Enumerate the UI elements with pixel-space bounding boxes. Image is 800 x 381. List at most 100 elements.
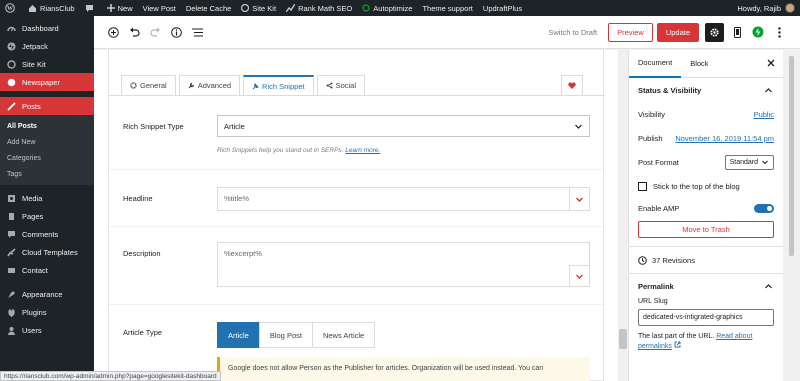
- switch-to-draft-button[interactable]: Switch to Draft: [548, 28, 597, 37]
- kebab-menu-icon: [777, 26, 781, 38]
- sidebar-item-label: Appearance: [22, 289, 63, 299]
- settings-toggle-button[interactable]: [705, 22, 724, 42]
- updraftplus-link[interactable]: UpdraftPlus: [478, 0, 527, 16]
- post-format-value: Standard: [729, 158, 758, 166]
- post-format-label: Post Format: [638, 157, 679, 167]
- tab-block[interactable]: Block: [681, 50, 717, 78]
- newspaper-icon: [7, 78, 16, 87]
- settings-scrollbar-thumb[interactable]: [789, 56, 794, 256]
- article-type-label: Article Type: [123, 328, 163, 337]
- close-icon[interactable]: [767, 59, 775, 67]
- sidebar-item-pages[interactable]: Pages: [0, 207, 94, 225]
- update-button[interactable]: Update: [656, 22, 699, 42]
- row-divider: [109, 226, 605, 227]
- rank-math-icon: [286, 4, 296, 12]
- permalink-title: Permalink: [638, 281, 674, 291]
- sidebar-item-contact[interactable]: Contact: [0, 261, 94, 279]
- revisions-link[interactable]: 37 Revisions: [629, 247, 783, 273]
- plugins-icon: [7, 308, 16, 317]
- learn-more-link[interactable]: Learn more.: [345, 147, 380, 154]
- sidebar-item-cloud-templates[interactable]: Cloud Templates: [0, 243, 94, 261]
- article-type-news-article[interactable]: News Article: [311, 322, 376, 348]
- tab-general-label: General: [140, 81, 167, 90]
- comments-icon: [7, 230, 16, 239]
- description-variables-button[interactable]: [569, 265, 589, 287]
- sidebar-item-appearance[interactable]: Appearance: [0, 285, 94, 303]
- wordpress-icon: W: [5, 3, 15, 13]
- sidebar-item-plugins[interactable]: Plugins: [0, 303, 94, 321]
- sidebar-item-posts[interactable]: Posts: [0, 97, 94, 115]
- headline-label: Headline: [123, 194, 153, 203]
- submenu-all-posts[interactable]: All Posts: [0, 118, 94, 134]
- add-block-icon[interactable]: [105, 24, 121, 40]
- permalink-header[interactable]: Permalink: [629, 274, 783, 298]
- sidebar-item-jetpack[interactable]: Jetpack: [0, 37, 94, 55]
- jetpack-bolt-icon: [752, 26, 764, 38]
- external-link-icon: [674, 341, 681, 348]
- status-visibility-header[interactable]: Status & Visibility: [629, 78, 783, 102]
- tab-social[interactable]: Social: [316, 75, 366, 96]
- headline-variables-button[interactable]: [569, 188, 589, 210]
- settings-scrollbar[interactable]: [783, 50, 800, 381]
- sidebar-item-dashboard[interactable]: Dashboard: [0, 19, 94, 37]
- enable-amp-toggle[interactable]: [754, 203, 774, 213]
- delete-cache-link[interactable]: Delete Cache: [181, 0, 236, 16]
- publish-date-link[interactable]: November 16, 2019 11:54 pm: [675, 134, 774, 143]
- view-post-link[interactable]: View Post: [138, 0, 181, 16]
- tab-document[interactable]: Document: [629, 50, 682, 78]
- sidebar-item-newspaper[interactable]: Newspaper: [0, 73, 94, 91]
- move-to-trash-button[interactable]: Move to Trash: [638, 221, 774, 238]
- posts-submenu: All Posts Add New Categories Tags: [0, 115, 94, 185]
- autoptimize-link[interactable]: Autoptimize: [357, 0, 417, 16]
- tab-general[interactable]: General: [121, 75, 176, 96]
- url-slug-input[interactable]: dedicated-vs-intigrated-graphics: [638, 309, 774, 326]
- more-options-button[interactable]: [771, 23, 787, 42]
- sidebar-item-site-kit[interactable]: Site Kit: [0, 55, 94, 73]
- gear-icon: [130, 82, 137, 89]
- home-icon: [29, 4, 36, 12]
- appearance-icon: [7, 290, 16, 299]
- site-kit-link[interactable]: Site Kit: [236, 0, 281, 16]
- sidebar-item-label: Users: [22, 325, 42, 335]
- site-name-link[interactable]: RiansClub: [23, 0, 80, 16]
- sidebar-item-comments[interactable]: Comments: [0, 225, 94, 243]
- list-view-icon[interactable]: [189, 24, 205, 40]
- stick-to-top-checkbox[interactable]: [638, 181, 647, 191]
- main-scrollbar[interactable]: [618, 50, 628, 381]
- status-visibility-title: Status & Visibility: [638, 85, 702, 95]
- wp-logo-button[interactable]: W: [0, 0, 23, 16]
- status-circle-icon: [362, 4, 370, 12]
- redo-icon[interactable]: [147, 24, 163, 40]
- slug-help: The last part of the URL. Read about per…: [629, 326, 783, 352]
- submenu-add-new[interactable]: Add New: [0, 134, 94, 150]
- main-scrollbar-thumb[interactable]: [619, 329, 627, 349]
- new-content-link[interactable]: New: [102, 0, 138, 16]
- rich-snippet-help-text: Rich Snippets help you stand out in SERP…: [217, 147, 344, 154]
- preview-button[interactable]: Preview: [608, 22, 653, 42]
- comments-link[interactable]: [80, 0, 102, 16]
- jetpack-button[interactable]: [750, 23, 766, 42]
- submenu-tags[interactable]: Tags: [0, 166, 94, 182]
- undo-icon[interactable]: [126, 24, 142, 40]
- post-format-select[interactable]: Standard: [724, 154, 774, 170]
- account-menu[interactable]: Howdy, Rajib: [732, 0, 800, 16]
- site-name: RiansClub: [40, 3, 75, 13]
- sidebar-item-users[interactable]: Users: [0, 321, 94, 339]
- sidebar-item-media[interactable]: Media: [0, 189, 94, 207]
- tab-advanced-label: Advanced: [197, 81, 232, 90]
- rank-math-link[interactable]: Rank Math SEO: [281, 0, 357, 16]
- support-heart-button[interactable]: [561, 75, 583, 96]
- tab-rich-snippet[interactable]: Rich Snippet: [243, 75, 314, 96]
- theme-support-link[interactable]: Theme support: [417, 0, 477, 16]
- tab-advanced[interactable]: Advanced: [178, 75, 241, 96]
- description-textarea[interactable]: %excerpt%: [217, 242, 590, 287]
- info-icon[interactable]: [168, 24, 184, 40]
- amp-preview-button[interactable]: [729, 23, 745, 42]
- submenu-categories[interactable]: Categories: [0, 150, 94, 166]
- article-type-blog-post[interactable]: Blog Post: [258, 322, 313, 348]
- rich-snippet-type-select[interactable]: Article: [217, 115, 590, 137]
- editor-toolbar: Switch to Draft Preview Update: [94, 16, 800, 49]
- visibility-value-link[interactable]: Public: [754, 110, 774, 119]
- article-type-article[interactable]: Article: [217, 322, 260, 348]
- headline-input[interactable]: %title%: [217, 187, 590, 211]
